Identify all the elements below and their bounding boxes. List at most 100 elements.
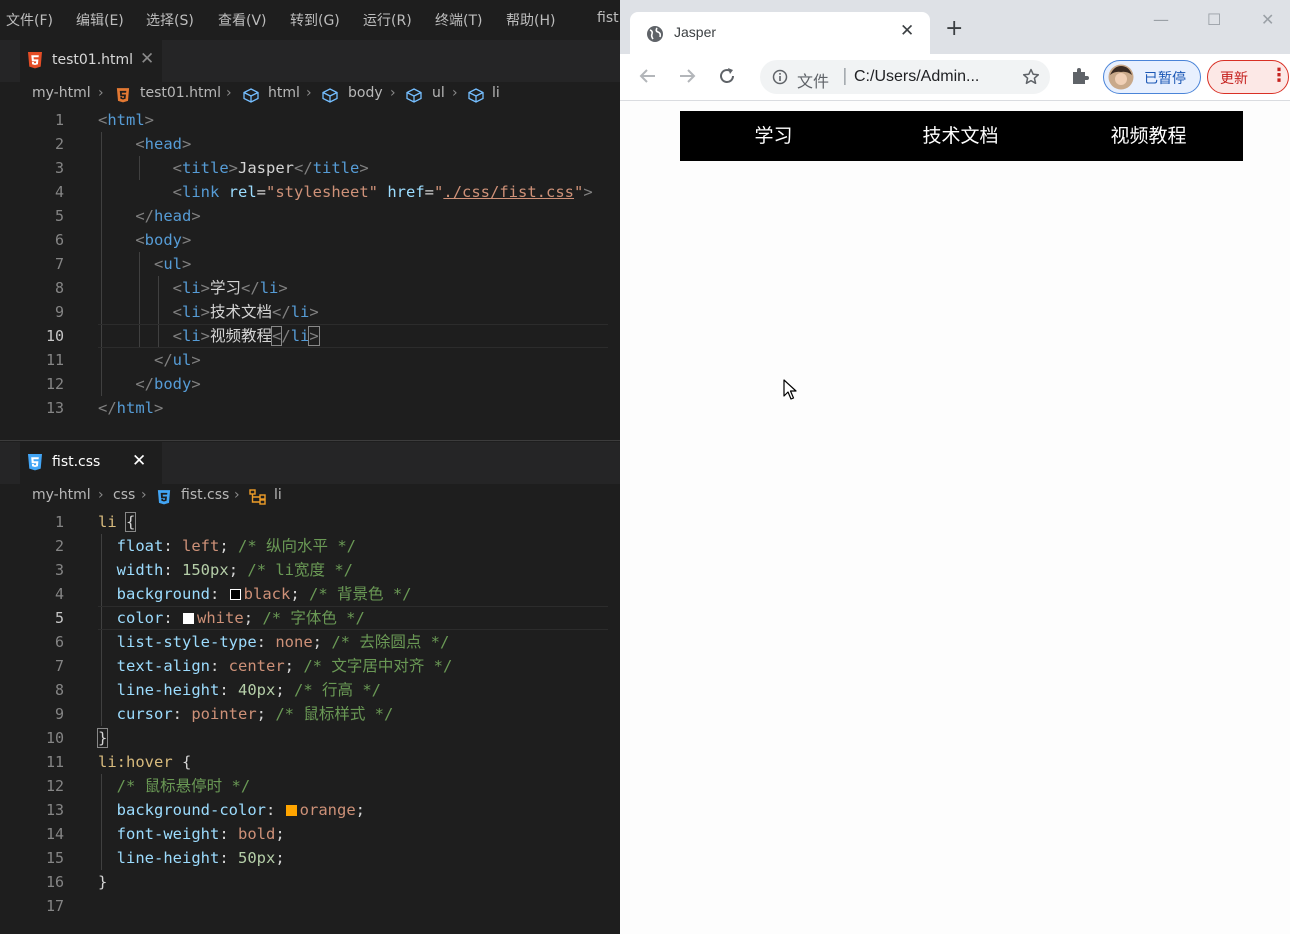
chevron-right-icon: › [306,85,312,101]
code-line-current: 5 color: white; /* 字体色 */ [54,609,365,627]
color-swatch-white[interactable] [183,613,195,624]
breadcrumb: my-html › test01.html › html › body › ul… [0,82,620,108]
forward-arrow-icon[interactable] [677,66,697,86]
breadcrumb-folder[interactable]: my-html [32,487,91,503]
tab-close-icon[interactable]: ✕ [132,451,146,471]
profile-status: 已暂停 [1144,71,1186,87]
code-line: 2 float: left; /* 纵向水平 */ [54,537,357,555]
css3-icon [28,454,42,471]
mouse-cursor-icon [783,379,797,400]
code-line: 12 </body> [45,375,201,393]
menu-edit[interactable]: 编辑(E) [76,10,124,30]
nav-list: 学习 技术文档 视频教程 [680,111,1243,161]
browser-tab-title: Jasper [674,24,717,40]
editor-split-divider[interactable] [0,440,620,441]
breadcrumb-html[interactable]: html [268,85,300,101]
breadcrumb-li[interactable]: li [492,85,500,101]
code-line: 16} [45,873,108,891]
cube-icon [322,88,338,103]
update-button[interactable]: 更新 ⋮ [1207,60,1289,94]
code-line: 11 </ul> [45,351,201,369]
cube-icon [243,88,259,103]
new-tab-plus-icon[interactable]: + [945,16,963,41]
html5-icon [116,88,130,103]
code-line: 6 list-style-type: none; /* 去除圆点 */ [54,633,450,651]
kebab-menu-icon[interactable]: ⋮ [1270,65,1288,86]
browser-toolbar: 文件 | C:/Users/Admin... 已暂停 更新 ⋮ [620,54,1290,101]
url-text[interactable]: C:/Users/Admin... [854,68,979,86]
breadcrumb-body[interactable]: body [348,85,383,101]
close-window-icon[interactable]: ✕ [1261,10,1274,29]
minimize-icon[interactable]: — [1153,10,1169,29]
code-line: 2 <head> [54,135,192,153]
extensions-puzzle-icon[interactable] [1070,66,1090,86]
code-line: 4 background: black; /* 背景色 */ [54,585,412,603]
css-tab-bar: fist.css ✕ [0,442,620,484]
menu-terminal[interactable]: 终端(T) [435,10,482,30]
nav-item-study[interactable]: 学习 [680,111,867,161]
code-line: 8 line-height: 40px; /* 行高 */ [54,681,381,699]
tab-filename: fist.css [52,454,101,470]
menu-bar: 文件(F) 编辑(E) 选择(S) 查看(V) 转到(G) 运行(R) 终端(T… [0,0,620,40]
code-line: 11 li:hover { [45,753,192,771]
breadcrumb-css-folder[interactable]: css [113,487,135,503]
chevron-right-icon: › [141,487,147,503]
menu-run[interactable]: 运行(R) [363,10,412,30]
globe-icon [647,26,663,42]
menu-file[interactable]: 文件(F) [6,10,53,30]
chevron-right-icon: › [390,85,396,101]
chevron-right-icon: › [226,85,232,101]
page-viewport: 学习 技术文档 视频教程 [620,101,1290,934]
browser-tab-strip: Jasper ✕ + — ☐ ✕ [620,0,1290,54]
profile-button[interactable]: 已暂停 [1103,60,1201,94]
code-line: 17 [45,897,64,915]
code-line: 7 <ul> [54,255,192,273]
browser-tab[interactable]: Jasper ✕ [630,12,930,54]
breadcrumb-folder[interactable]: my-html [32,85,91,101]
code-line: 5 </head> [54,207,201,225]
code-line: 13 </html> [45,399,164,417]
code-line: 12 /* 鼠标悬停时 */ [45,777,251,795]
code-line: 8 <li>学习</li> [54,279,288,297]
info-icon[interactable] [772,69,788,85]
breadcrumb-file[interactable]: test01.html [140,85,221,101]
nav-item-video[interactable]: 视频教程 [1055,111,1242,161]
color-swatch-black[interactable] [229,589,241,600]
chevron-right-icon: › [452,85,458,101]
breadcrumb-li[interactable]: li [274,487,282,503]
back-arrow-icon[interactable] [638,66,658,86]
address-separator: | [842,66,848,86]
tab-close-icon[interactable]: ✕ [140,49,154,69]
menu-help[interactable]: 帮助(H) [506,10,555,30]
nav-item-docs[interactable]: 技术文档 [867,111,1054,161]
reload-icon[interactable] [717,66,737,86]
address-bar[interactable]: 文件 | C:/Users/Admin... [760,60,1050,94]
html5-icon [28,52,42,69]
update-label: 更新 [1220,71,1248,87]
breadcrumb-file[interactable]: fist.css [181,487,229,503]
tab-fist-css[interactable]: fist.css ✕ [20,442,162,484]
tab-filename: test01.html [52,52,134,68]
code-line: 4 <link rel="stylesheet" href="./css/fis… [54,183,593,201]
menu-view[interactable]: 查看(V) [218,10,267,30]
chevron-right-icon: › [98,487,104,503]
code-line: 9 cursor: pointer; /* 鼠标样式 */ [54,705,394,723]
bookmark-star-icon[interactable] [1022,68,1040,86]
chevron-right-icon: › [234,487,240,503]
close-tab-icon[interactable]: ✕ [900,21,914,41]
browser-window: Jasper ✕ + — ☐ ✕ 文件 | C:/Users/Admin... [620,0,1290,934]
breadcrumb-ul[interactable]: ul [432,85,445,101]
maximize-icon[interactable]: ☐ [1207,10,1221,29]
html-tab-bar: test01.html ✕ [0,40,620,82]
avatar [1108,64,1134,90]
code-line-current: 10 <li>视频教程</li> [45,326,320,346]
selector-icon [249,489,266,505]
code-line: 6 <body> [54,231,192,249]
menu-go[interactable]: 转到(G) [290,10,340,30]
code-line: 9 <li>技术文档</li> [54,303,319,321]
code-line: 3 width: 150px; /* li宽度 */ [54,561,354,579]
menu-selection[interactable]: 选择(S) [146,10,194,30]
window-title-fragment: fist. [597,10,620,26]
tab-test01-html[interactable]: test01.html ✕ [20,40,162,82]
color-swatch-orange[interactable] [285,805,297,816]
